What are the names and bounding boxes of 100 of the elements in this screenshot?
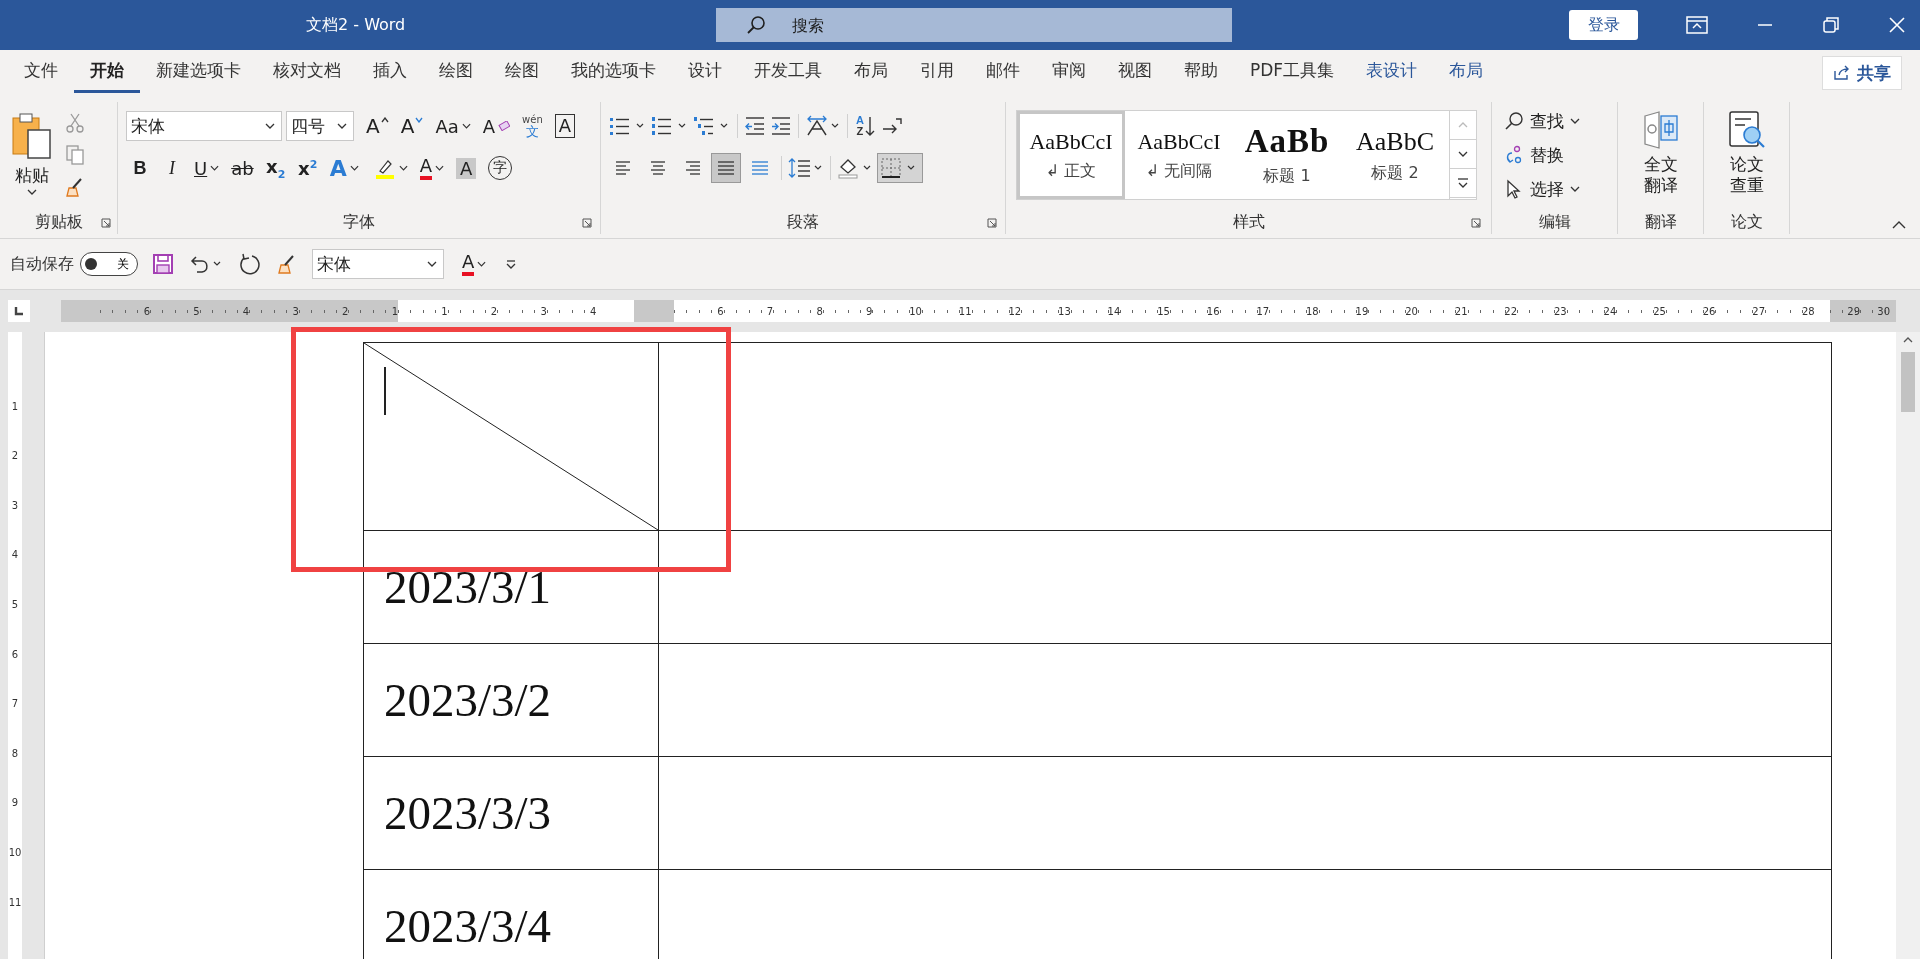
select-button[interactable]: 选择 xyxy=(1500,174,1609,204)
ribbon-tab[interactable]: PDF工具集 xyxy=(1234,53,1351,93)
text-direction-icon[interactable] xyxy=(805,115,841,137)
sort-button[interactable]: A Z xyxy=(854,115,877,137)
ribbon-tab[interactable]: 帮助 xyxy=(1168,53,1234,93)
font-tool-button[interactable]: ab xyxy=(227,153,258,183)
ribbon-tab[interactable]: 插入 xyxy=(357,53,423,93)
share-button[interactable]: 共享 xyxy=(1822,56,1902,90)
ribbon-tab[interactable]: 绘图 xyxy=(489,53,555,93)
ribbon-tab[interactable]: 视图 xyxy=(1102,53,1168,93)
font-tool-button[interactable]: x$_{2}$ xyxy=(261,153,290,183)
table-cell[interactable]: 2023/3/4 xyxy=(363,869,659,959)
redo-icon[interactable] xyxy=(238,252,262,276)
scissors-icon[interactable] xyxy=(64,112,86,134)
dialog-launcher-icon[interactable] xyxy=(1471,218,1481,228)
ribbon-tab[interactable]: 布局 xyxy=(838,53,904,93)
vertical-ruler: 1 2 3 4 5 6 7 8 9 10 11 xyxy=(8,332,22,959)
style-item[interactable]: AaBbCcI ↲ 正文 xyxy=(1017,111,1125,199)
shading-bucket-icon[interactable] xyxy=(837,157,873,179)
search-input[interactable]: 搜索 xyxy=(790,14,1094,36)
font-tool-button[interactable]: A xyxy=(478,111,515,141)
table-cell[interactable] xyxy=(658,342,1832,531)
scroll-up-icon[interactable] xyxy=(1902,336,1914,344)
group-label: 编辑 xyxy=(1538,211,1571,233)
autosave-label: 自动保存 xyxy=(10,253,74,275)
font-tool-button[interactable]: Aa xyxy=(431,111,475,141)
ribbon-tab[interactable]: 我的选项卡 xyxy=(555,53,672,93)
vertical-scrollbar[interactable] xyxy=(1896,332,1920,959)
ribbon-tab[interactable]: 引用 xyxy=(904,53,970,93)
group-label: 样式 xyxy=(1232,211,1265,233)
font-tool-button[interactable]: A xyxy=(362,111,393,141)
ribbon-tab[interactable]: 布局 xyxy=(1433,53,1500,93)
ribbon-tab[interactable]: 邮件 xyxy=(970,53,1036,93)
sign-in-button[interactable]: 登录 xyxy=(1569,10,1638,40)
table-cell[interactable] xyxy=(658,643,1832,757)
clipboard-icon xyxy=(10,110,54,162)
table-cell[interactable]: 2023/3/2 xyxy=(363,643,659,757)
font-tool-button[interactable]: U xyxy=(190,153,224,183)
font-tool-button[interactable]: I xyxy=(158,153,186,183)
search-icon xyxy=(1504,111,1524,131)
ribbon-tab[interactable]: 文件 xyxy=(8,53,74,93)
diagonal-header-cell[interactable] xyxy=(363,342,659,531)
font-tool-button[interactable]: A xyxy=(325,153,363,183)
caret-icon xyxy=(210,165,220,171)
group-label: 剪贴板 xyxy=(34,211,83,233)
ribbon-tab[interactable]: 绘图 xyxy=(423,53,489,93)
window-title: 文档2 - Word xyxy=(306,14,407,36)
table-cell[interactable]: 2023/3/1 xyxy=(363,530,659,644)
ribbon-tab[interactable]: 新建选项卡 xyxy=(140,53,257,93)
font-tool-button[interactable]: x$^{2}$ xyxy=(293,153,322,183)
font-tool-button[interactable]: A xyxy=(396,111,428,141)
font-name-dropdown[interactable]: 宋体 xyxy=(126,111,282,141)
font-color-button[interactable]: A xyxy=(458,249,491,279)
corner-icon xyxy=(14,306,24,316)
search-field[interactable]: 搜索 xyxy=(716,8,1232,42)
save-icon[interactable] xyxy=(152,253,174,275)
align-button[interactable] xyxy=(711,153,741,183)
ribbon-display-icon[interactable] xyxy=(1686,16,1708,34)
table-cell[interactable] xyxy=(658,756,1832,870)
caret-icon xyxy=(435,165,444,171)
autosave-toggle[interactable]: 关 xyxy=(80,252,138,276)
caret-icon xyxy=(461,123,471,129)
document-search-icon xyxy=(1726,110,1767,150)
group-label: 论文 xyxy=(1730,211,1763,233)
dialog-launcher-icon[interactable] xyxy=(582,218,592,228)
ribbon-tab[interactable]: 开始 xyxy=(74,53,140,93)
font-tool-button[interactable]: wén 文 xyxy=(518,111,547,141)
ribbon-tab[interactable]: 核对文档 xyxy=(257,53,357,93)
plagiarism-check-button[interactable]: 论文查重 xyxy=(1720,102,1773,210)
font-size-dropdown[interactable]: 四号 xyxy=(286,111,354,141)
dialog-launcher-icon[interactable] xyxy=(101,218,111,228)
search-icon xyxy=(746,15,766,35)
table-cell[interactable]: 2023/3/3 xyxy=(363,756,659,870)
collapse-ribbon-icon[interactable] xyxy=(1892,220,1906,230)
line-spacing-icon[interactable] xyxy=(788,157,824,179)
align-icon xyxy=(683,159,701,177)
caret-icon xyxy=(398,165,408,171)
dialog-launcher-icon[interactable] xyxy=(987,218,997,228)
tab-stop-selector[interactable] xyxy=(8,300,30,322)
ribbon-tab[interactable]: 开发工具 xyxy=(738,53,838,93)
increase-indent-icon[interactable] xyxy=(770,115,792,137)
ribbon-tab[interactable]: 设计 xyxy=(672,53,738,93)
translate-button[interactable]: 全文翻译 xyxy=(1634,102,1687,210)
borders-button[interactable] xyxy=(877,153,923,183)
restore-icon[interactable] xyxy=(1822,16,1840,34)
font-tool-button[interactable]: B xyxy=(126,153,154,183)
close-icon[interactable] xyxy=(1888,16,1906,34)
ribbon-tab[interactable]: 表设计 xyxy=(1350,53,1434,93)
paste-button[interactable]: 粘贴 xyxy=(6,110,58,195)
scroll-thumb[interactable] xyxy=(1901,352,1915,412)
ribbon-tab[interactable]: 审阅 xyxy=(1036,53,1102,93)
caret-icon xyxy=(265,123,275,129)
find-button[interactable]: 查找 xyxy=(1500,106,1609,136)
decrease-indent-icon[interactable] xyxy=(744,115,766,137)
font-name-dropdown[interactable]: 宋体 xyxy=(312,249,444,279)
align-icon xyxy=(649,159,667,177)
caret-icon xyxy=(427,261,437,267)
table-cell[interactable] xyxy=(658,530,1832,644)
font-tool-button[interactable]: A xyxy=(415,153,448,183)
replace-button[interactable]: 替换 xyxy=(1500,140,1609,170)
